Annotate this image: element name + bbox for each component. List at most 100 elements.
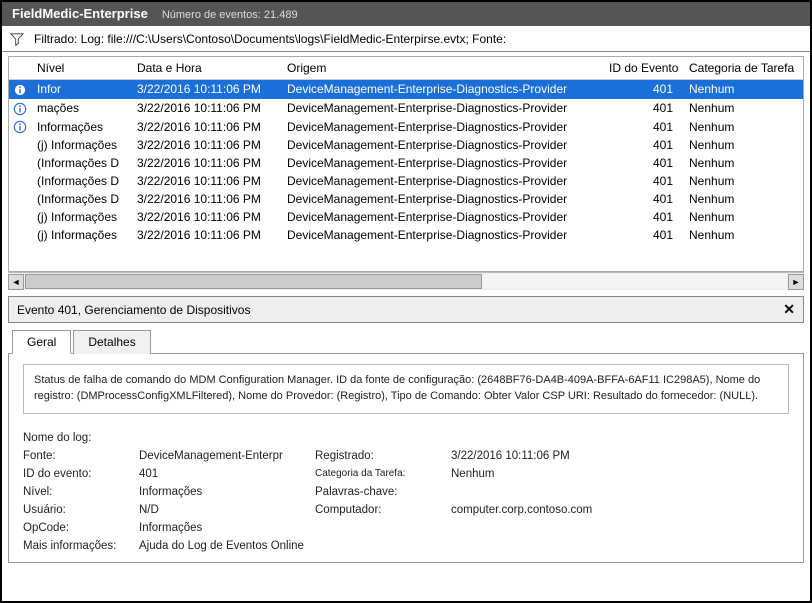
- status-text: Status de falha de comando do MDM Config…: [23, 364, 789, 414]
- cell-eventid: 401: [603, 99, 683, 118]
- val-opcode: Informações: [139, 522, 651, 534]
- cell-level: (Informações D: [31, 172, 131, 190]
- cell-level: Informações: [31, 118, 131, 137]
- col-datetime[interactable]: Data e Hora: [131, 57, 281, 80]
- col-origin[interactable]: Origem: [281, 57, 603, 80]
- val-user: N/D: [139, 504, 309, 516]
- info-icon: [9, 226, 31, 244]
- event-count: Número de eventos: 21.489: [162, 9, 298, 21]
- info-icon: [9, 190, 31, 208]
- val-moreinfo: Ajuda do Log de Eventos Online: [139, 540, 651, 552]
- filter-icon[interactable]: [10, 32, 24, 46]
- lbl-logname: Nome do log:: [23, 432, 133, 444]
- filter-bar: Filtrado: Log: file:///C:\Users\Contoso\…: [2, 26, 810, 52]
- table-row[interactable]: (Informações D3/22/2016 10:11:06 PMDevic…: [9, 154, 803, 172]
- lbl-taskcat: Categoria da Tarefa:: [315, 468, 445, 479]
- val-computer: computer.corp.contoso.com: [451, 504, 651, 516]
- cell-eventid: 401: [603, 226, 683, 244]
- cell-level: (Informações D: [31, 190, 131, 208]
- cell-taskcat: Nenhum: [683, 226, 803, 244]
- cell-datetime: 3/22/2016 10:11:06 PM: [131, 172, 281, 190]
- table-row[interactable]: (j) Informações3/22/2016 10:11:06 PMDevi…: [9, 208, 803, 226]
- lbl-computer: Computador:: [315, 504, 445, 516]
- col-taskcat[interactable]: Categoria de Tarefa: [683, 57, 803, 80]
- title-bar: FieldMedic-Enterprise Número de eventos:…: [2, 2, 810, 26]
- cell-datetime: 3/22/2016 10:11:06 PM: [131, 208, 281, 226]
- cell-level: (j) Informações: [31, 208, 131, 226]
- cell-datetime: 3/22/2016 10:11:06 PM: [131, 99, 281, 118]
- table-row[interactable]: Informações3/22/2016 10:11:06 PMDeviceMa…: [9, 118, 803, 137]
- cell-origin: DeviceManagement-Enterprise-Diagnostics-…: [281, 190, 603, 208]
- cell-datetime: 3/22/2016 10:11:06 PM: [131, 118, 281, 137]
- cell-datetime: 3/22/2016 10:11:06 PM: [131, 154, 281, 172]
- cell-datetime: 3/22/2016 10:11:06 PM: [131, 80, 281, 99]
- info-icon: [9, 172, 31, 190]
- cell-taskcat: Nenhum: [683, 136, 803, 154]
- cell-origin: DeviceManagement-Enterprise-Diagnostics-…: [281, 118, 603, 137]
- lbl-eventid: ID do evento:: [23, 468, 133, 480]
- table-row[interactable]: Infor3/22/2016 10:11:06 PMDeviceManageme…: [9, 80, 803, 99]
- scroll-right-arrow[interactable]: ►: [788, 274, 804, 290]
- info-icon: [9, 80, 31, 99]
- scroll-thumb[interactable]: [25, 274, 482, 289]
- cell-taskcat: Nenhum: [683, 154, 803, 172]
- event-grid[interactable]: Nível Data e Hora Origem ID do Evento Ca…: [8, 56, 804, 272]
- lbl-user: Usuário:: [23, 504, 133, 516]
- tab-details[interactable]: Detalhes: [73, 330, 150, 354]
- col-icon[interactable]: [9, 57, 31, 80]
- detail-body: Status de falha de comando do MDM Config…: [8, 354, 804, 563]
- cell-datetime: 3/22/2016 10:11:06 PM: [131, 226, 281, 244]
- cell-eventid: 401: [603, 172, 683, 190]
- table-row[interactable]: (Informações D3/22/2016 10:11:06 PMDevic…: [9, 190, 803, 208]
- cell-eventid: 401: [603, 118, 683, 137]
- grid-header-row[interactable]: Nível Data e Hora Origem ID do Evento Ca…: [9, 57, 803, 80]
- col-eventid[interactable]: ID do Evento: [603, 57, 683, 80]
- val-eventid: 401: [139, 468, 309, 480]
- cell-eventid: 401: [603, 80, 683, 99]
- scroll-left-arrow[interactable]: ◄: [8, 274, 24, 290]
- scroll-track[interactable]: [25, 274, 787, 289]
- col-level[interactable]: Nível: [31, 57, 131, 80]
- table-row[interactable]: mações3/22/2016 10:11:06 PMDeviceManagem…: [9, 99, 803, 118]
- table-row[interactable]: (j) Informações3/22/2016 10:11:06 PMDevi…: [9, 226, 803, 244]
- val-source: DeviceManagement-Enterpr: [139, 450, 309, 462]
- cell-origin: DeviceManagement-Enterprise-Diagnostics-…: [281, 80, 603, 99]
- lbl-level: Nível:: [23, 486, 133, 498]
- cell-datetime: 3/22/2016 10:11:06 PM: [131, 190, 281, 208]
- table-row[interactable]: (j) Informações3/22/2016 10:11:06 PMDevi…: [9, 136, 803, 154]
- val-level: Informações: [139, 486, 309, 498]
- cell-level: (Informações D: [31, 154, 131, 172]
- cell-eventid: 401: [603, 136, 683, 154]
- info-icon: [9, 154, 31, 172]
- cell-origin: DeviceManagement-Enterprise-Diagnostics-…: [281, 172, 603, 190]
- val-registered: 3/22/2016 10:11:06 PM: [451, 450, 651, 462]
- detail-title: Evento 401, Gerenciamento de Dispositivo…: [17, 303, 250, 317]
- cell-taskcat: Nenhum: [683, 99, 803, 118]
- cell-level: mações: [31, 99, 131, 118]
- cell-origin: DeviceManagement-Enterprise-Diagnostics-…: [281, 154, 603, 172]
- cell-taskcat: Nenhum: [683, 118, 803, 137]
- cell-eventid: 401: [603, 190, 683, 208]
- horizontal-scrollbar[interactable]: ◄ ►: [8, 272, 804, 290]
- filter-text: Filtrado: Log: file:///C:\Users\Contoso\…: [34, 32, 506, 46]
- lbl-source: Fonte:: [23, 450, 133, 462]
- detail-tabs: Geral Detalhes: [8, 323, 804, 354]
- lbl-moreinfo: Mais informações:: [23, 540, 133, 552]
- detail-fields: Nome do log: Fonte: DeviceManagement-Ent…: [23, 432, 789, 552]
- cell-datetime: 3/22/2016 10:11:06 PM: [131, 136, 281, 154]
- cell-level: (j) Informações: [31, 226, 131, 244]
- info-icon: [9, 118, 31, 137]
- cell-taskcat: Nenhum: [683, 190, 803, 208]
- cell-origin: DeviceManagement-Enterprise-Diagnostics-…: [281, 99, 603, 118]
- cell-eventid: 401: [603, 208, 683, 226]
- cell-level: (j) Informações: [31, 136, 131, 154]
- cell-eventid: 401: [603, 154, 683, 172]
- tab-general[interactable]: Geral: [12, 330, 71, 354]
- cell-origin: DeviceManagement-Enterprise-Diagnostics-…: [281, 136, 603, 154]
- table-row[interactable]: (Informações D3/22/2016 10:11:06 PMDevic…: [9, 172, 803, 190]
- info-icon: [9, 99, 31, 118]
- close-icon[interactable]: ✕: [783, 301, 795, 318]
- lbl-opcode: OpCode:: [23, 522, 133, 534]
- cell-origin: DeviceManagement-Enterprise-Diagnostics-…: [281, 226, 603, 244]
- cell-taskcat: Nenhum: [683, 208, 803, 226]
